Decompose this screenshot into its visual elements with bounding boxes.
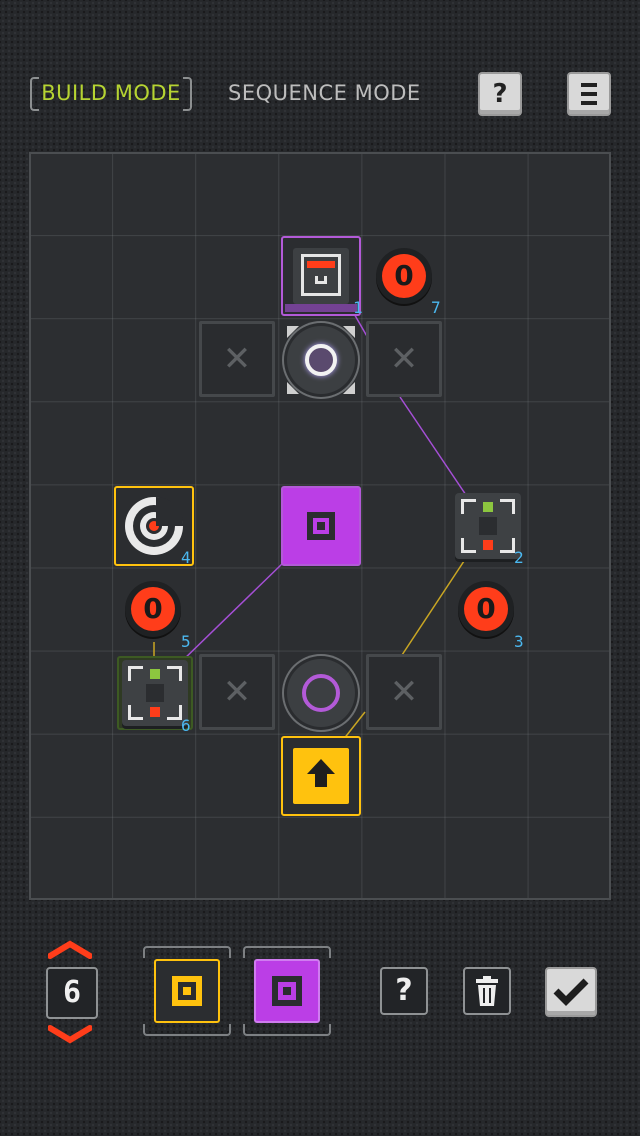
empty-slot[interactable]: ✕ — [199, 321, 275, 397]
node-number: 7 — [431, 298, 441, 317]
square-target-icon — [172, 976, 202, 1006]
help-button[interactable]: ? — [478, 72, 522, 116]
node-number: 1 — [353, 298, 363, 317]
palette-purple-block[interactable] — [254, 959, 320, 1023]
count-display: 6 — [46, 967, 98, 1019]
corner-arrow-icon — [287, 382, 299, 394]
empty-slot-x-icon: ✕ — [389, 339, 419, 379]
node-number: 3 — [514, 632, 524, 651]
empty-slot[interactable]: ✕ — [366, 654, 442, 730]
node-number: 2 — [514, 548, 524, 567]
counter-node[interactable]: 0 — [125, 581, 181, 637]
launch-block-yellow[interactable] — [281, 736, 361, 816]
build-mode-tab[interactable]: BUILD MODE — [30, 76, 192, 111]
node-number: 6 — [181, 716, 191, 735]
sequence-mode-label: SEQUENCE MODE — [228, 81, 421, 105]
question-mark-icon: ? — [395, 973, 413, 1008]
screen-icon — [293, 248, 349, 304]
dial-icon — [125, 497, 183, 555]
counter-value: 0 — [464, 587, 508, 631]
trigger-button-white[interactable] — [287, 326, 355, 394]
counter-value: 0 — [382, 254, 426, 298]
counter-node[interactable]: 0 — [458, 581, 514, 637]
corner-arrow-icon — [343, 326, 355, 338]
empty-slot-x-icon: ✕ — [222, 672, 252, 712]
display-block-purple[interactable] — [281, 236, 361, 316]
counter-value: 0 — [131, 587, 175, 631]
node-number: 5 — [181, 632, 191, 651]
chevron-down-icon — [47, 1025, 93, 1044]
palette-slot-purple[interactable] — [243, 946, 331, 1036]
white-ring-icon — [305, 344, 337, 376]
palette-yellow-block[interactable] — [154, 959, 220, 1023]
sensor-block[interactable] — [455, 493, 521, 559]
question-mark-icon: ? — [492, 79, 508, 109]
purple-block[interactable] — [281, 486, 361, 566]
empty-slot[interactable]: ✕ — [366, 321, 442, 397]
trash-icon — [476, 976, 498, 1006]
purple-ring-icon — [302, 674, 340, 712]
menu-button[interactable] — [567, 72, 611, 116]
sequence-mode-tab[interactable]: SEQUENCE MODE — [228, 76, 421, 110]
empty-slot-x-icon: ✕ — [222, 339, 252, 379]
counter-node[interactable]: 0 — [376, 248, 432, 304]
delete-button[interactable] — [463, 967, 511, 1015]
square-target-icon — [307, 512, 335, 540]
trigger-button-purple[interactable] — [287, 659, 355, 727]
build-mode-label: BUILD MODE — [41, 81, 181, 105]
sensor-icon — [122, 660, 188, 726]
square-target-icon — [272, 976, 302, 1006]
node-number: 4 — [181, 548, 191, 567]
empty-slot-x-icon: ✕ — [389, 672, 419, 712]
corner-arrow-icon — [343, 382, 355, 394]
block-help-button[interactable]: ? — [380, 967, 428, 1015]
corner-arrow-icon — [287, 326, 299, 338]
chevron-up-icon — [47, 940, 93, 959]
palette-slot-yellow[interactable] — [143, 946, 231, 1036]
up-arrow-icon — [293, 748, 349, 804]
confirm-button[interactable] — [545, 967, 597, 1017]
empty-slot[interactable]: ✕ — [199, 654, 275, 730]
checkmark-icon — [553, 978, 589, 1006]
